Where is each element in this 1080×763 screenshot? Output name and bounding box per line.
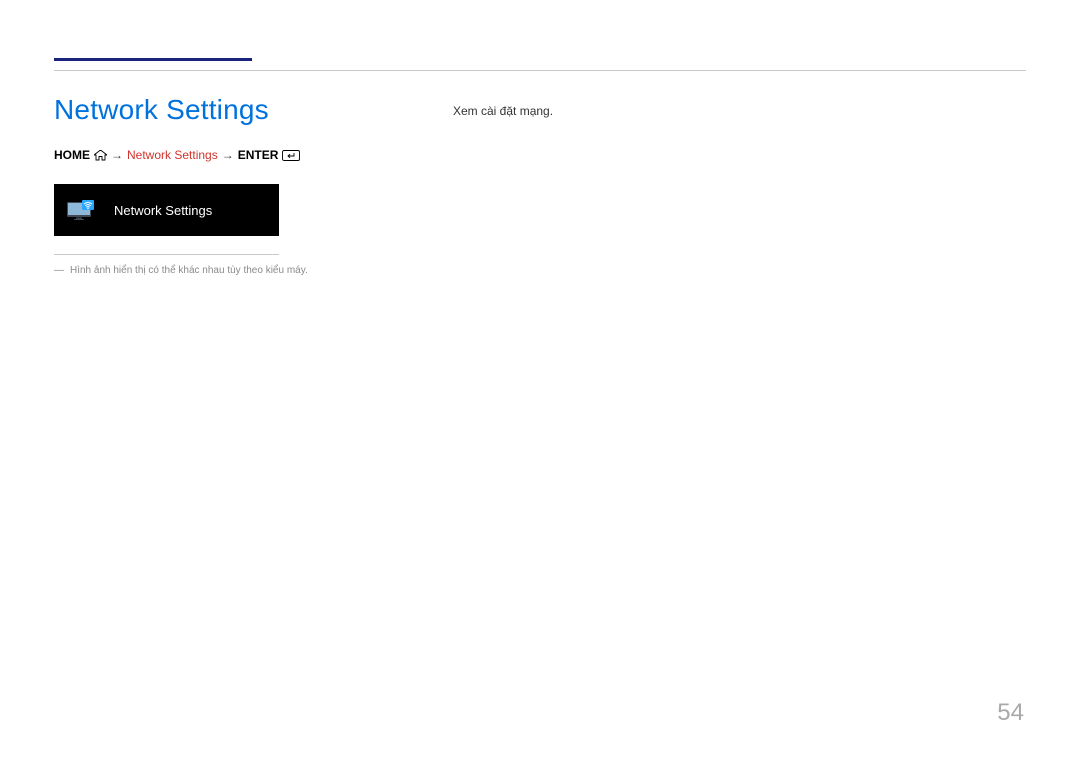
caption-note: ― Hình ảnh hiển thị có thể khác nhau tùy… xyxy=(54,265,401,276)
accent-rule-thin xyxy=(54,70,252,71)
full-width-rule xyxy=(252,70,1026,71)
enter-icon xyxy=(282,148,300,162)
breadcrumb-home-label: HOME xyxy=(54,148,90,162)
monitor-wifi-icon xyxy=(66,200,94,220)
menu-card-label: Network Settings xyxy=(114,203,212,218)
breadcrumb-current: Network Settings xyxy=(127,148,218,162)
breadcrumb-enter-label: ENTER xyxy=(238,148,279,162)
right-column: Xem cài đặt mạng. xyxy=(453,94,1026,118)
page-title: Network Settings xyxy=(54,94,401,126)
accent-bar xyxy=(54,58,252,61)
network-settings-menu-item: Network Settings xyxy=(54,184,279,236)
document-page: Network Settings HOME → Network Settings… xyxy=(0,0,1080,763)
dash-icon: ― xyxy=(54,265,64,276)
left-divider xyxy=(54,254,279,255)
page-number: 54 xyxy=(997,699,1024,727)
home-icon xyxy=(94,148,107,162)
body-text: Xem cài đặt mạng. xyxy=(453,104,1026,118)
breadcrumb: HOME → Network Settings → ENTER xyxy=(54,148,401,162)
arrow-icon: → xyxy=(111,148,123,162)
caption-text: Hình ảnh hiển thị có thể khác nhau tùy t… xyxy=(70,265,308,276)
content-columns: Network Settings HOME → Network Settings… xyxy=(54,94,1026,276)
arrow-icon: → xyxy=(222,148,234,162)
left-column: Network Settings HOME → Network Settings… xyxy=(54,94,401,276)
header-rules xyxy=(54,58,1026,72)
